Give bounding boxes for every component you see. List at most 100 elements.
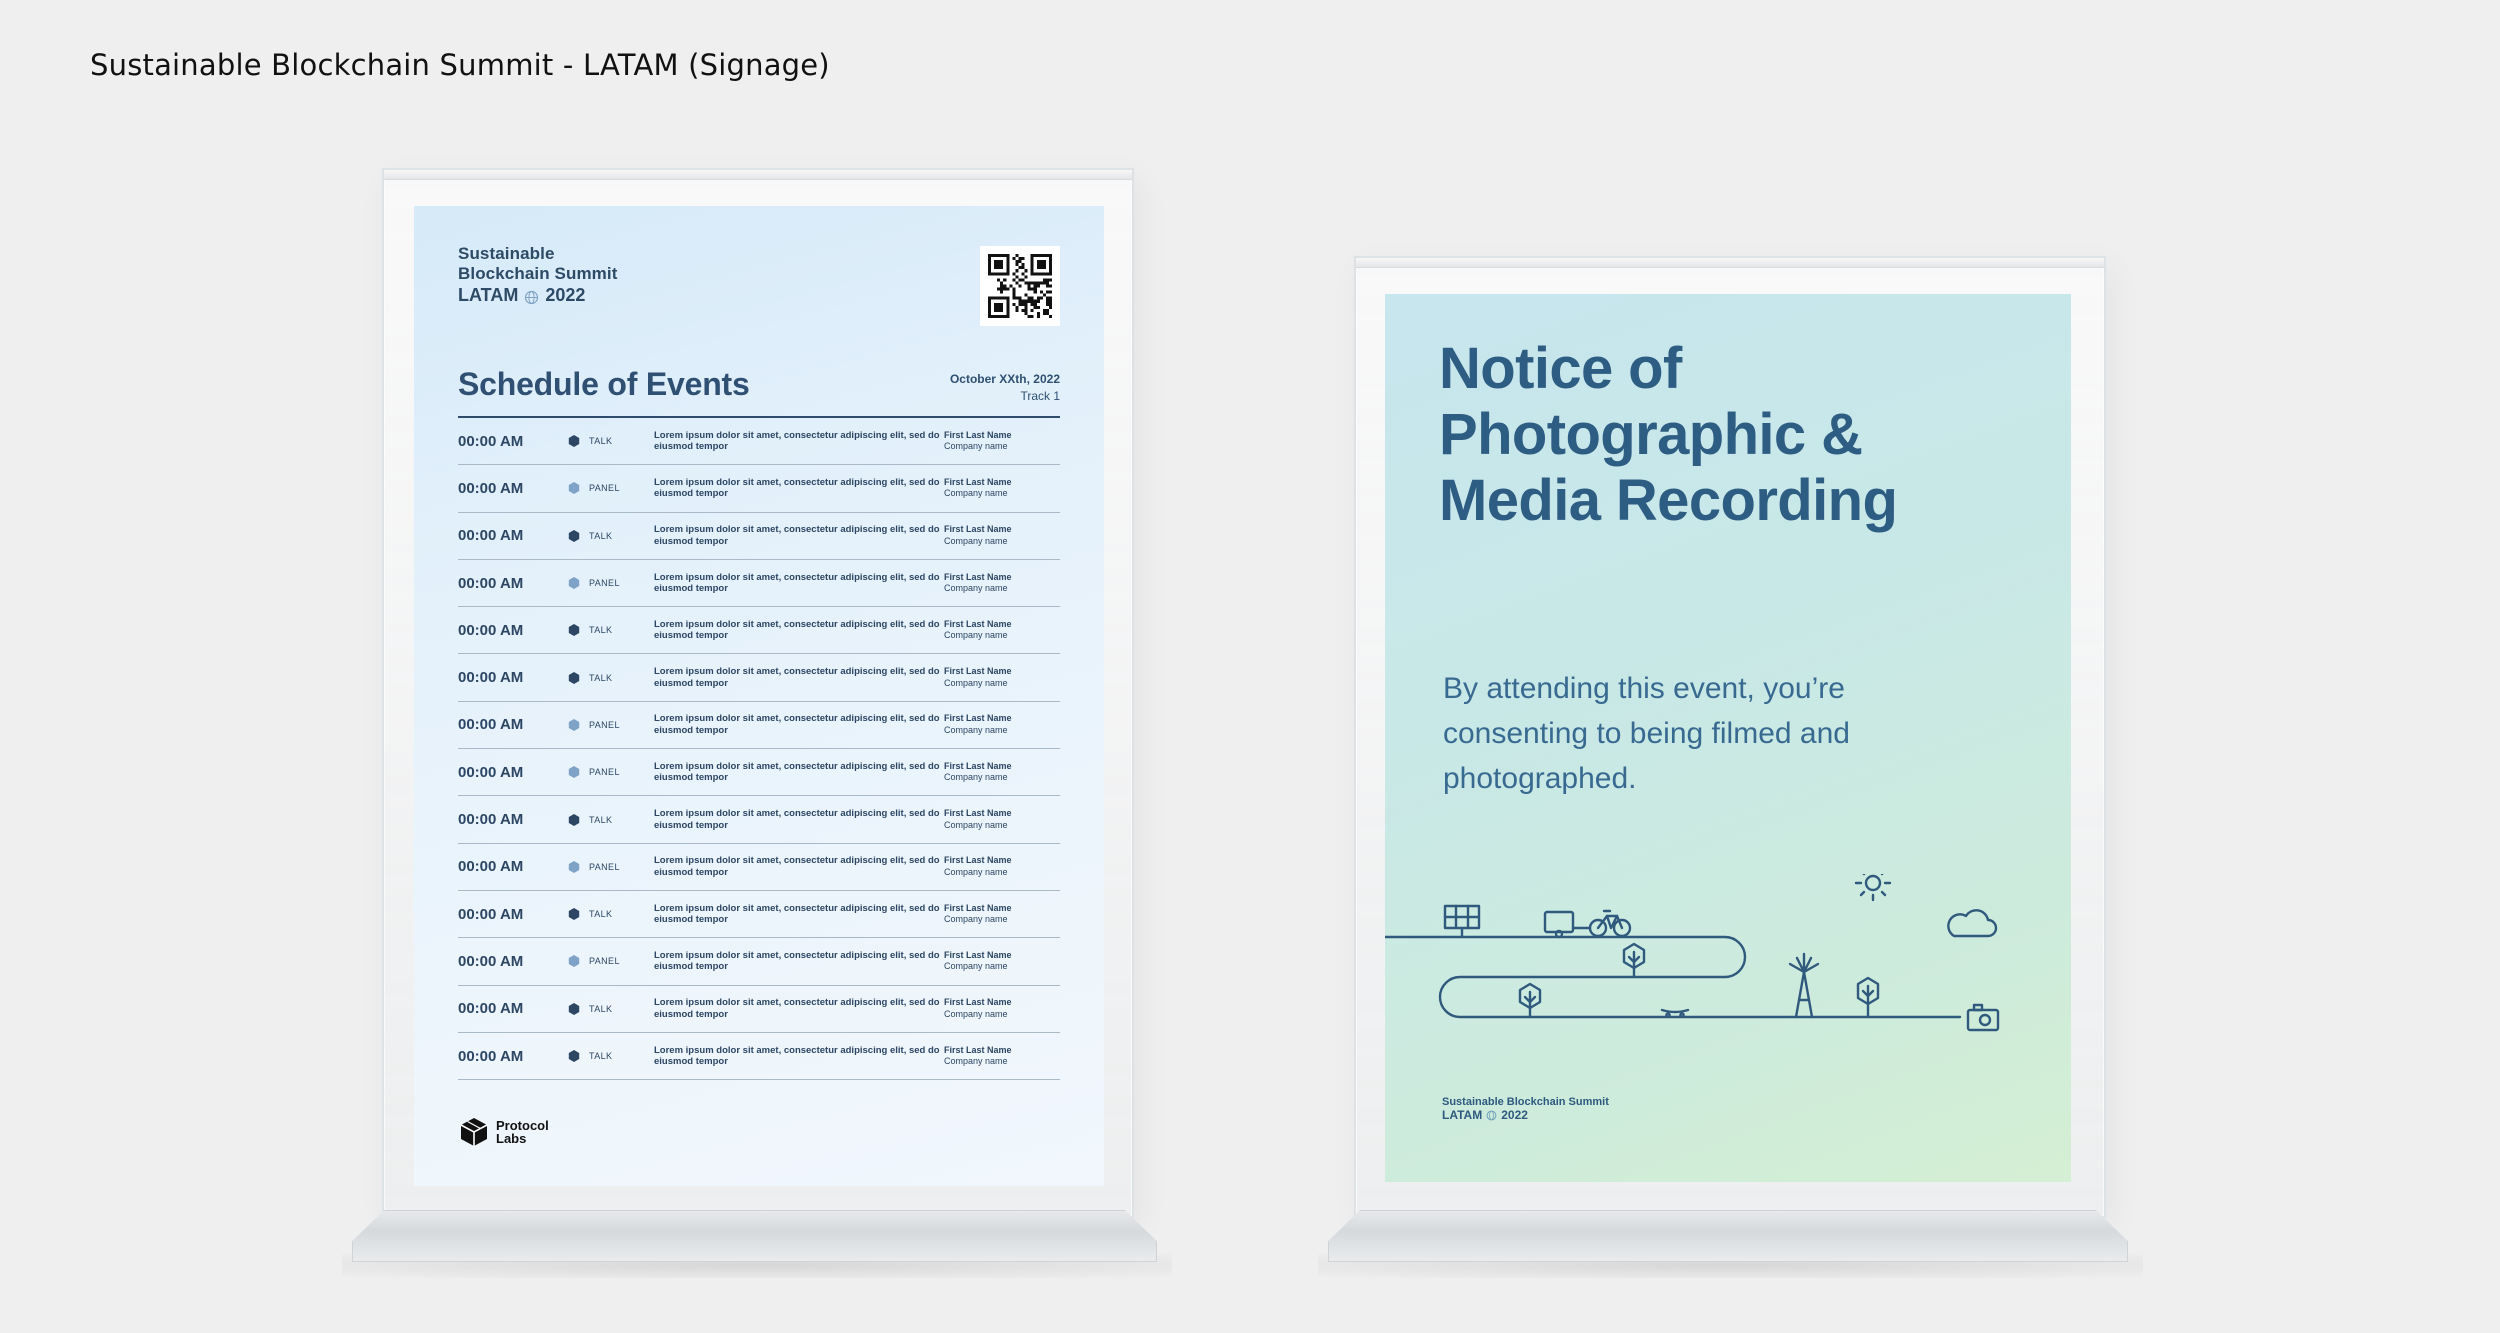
notice-brand-year: 2022 xyxy=(1501,1108,1528,1122)
speaker-company: Company name xyxy=(944,724,1008,735)
speaker-company: Company name xyxy=(944,535,1008,546)
event-date: October XXth, 2022 xyxy=(949,372,1060,386)
table-row: 00:00 AM TALK Lorem ipsum dolor sit amet, … xyxy=(458,1033,1060,1081)
hexagon-icon xyxy=(568,766,580,779)
hexagon-icon xyxy=(568,671,580,684)
row-session-type: PANEL xyxy=(568,718,654,731)
solar-panel-icon xyxy=(1443,904,1481,939)
row-description: Lorem ipsum dolor sit amet, consectetur … xyxy=(654,476,940,500)
row-type-label: PANEL xyxy=(589,861,620,872)
notice-title: Notice of Photographic & Media Recording xyxy=(1439,336,1898,533)
row-speaker: First Last Name Company name xyxy=(944,713,1060,736)
row-time: 00:00 AM xyxy=(458,1000,524,1018)
speaker-name: First Last Name xyxy=(944,902,1012,913)
table-row: 00:00 AM TALK Lorem ipsum dolor sit amet, … xyxy=(458,418,1060,466)
row-time: 00:00 AM xyxy=(458,479,524,497)
row-session-type: TALK xyxy=(568,529,654,542)
speaker-name: First Last Name xyxy=(944,476,1012,487)
acrylic-base xyxy=(352,1210,1157,1262)
event-brand: Sustainable Blockchain Summit LATAM 2022 xyxy=(458,244,617,306)
speaker-company: Company name xyxy=(944,488,1008,499)
speaker-company: Company name xyxy=(944,441,1008,452)
row-time: 00:00 AM xyxy=(458,527,524,545)
hexagon-icon xyxy=(568,1050,580,1062)
row-session-type: PANEL xyxy=(568,860,654,873)
event-track: Track 1 xyxy=(1020,389,1060,403)
row-speaker: First Last Name Company name xyxy=(944,1045,1060,1068)
tree-icon xyxy=(1856,976,1880,1018)
skateboard-icon xyxy=(1660,1008,1690,1018)
speaker-company: Company name xyxy=(944,772,1008,783)
notice-brand-latam: LATAM xyxy=(1442,1108,1483,1122)
row-speaker: First Last Name Company name xyxy=(944,524,1060,547)
brand-year: 2022 xyxy=(545,285,586,305)
row-session-type: PANEL xyxy=(568,955,654,968)
row-type-label: TALK xyxy=(589,1051,613,1061)
speaker-name: First Last Name xyxy=(944,666,1012,677)
schedule-poster: Sustainable Blockchain Summit LATAM 2022… xyxy=(414,206,1104,1186)
notice-event-brand: Sustainable Blockchain Summit LATAM 2022 xyxy=(1442,1096,1609,1122)
row-type-label: TALK xyxy=(589,1003,613,1014)
table-row: 00:00 AM PANEL Lorem ipsum dolor sit amet,… xyxy=(458,560,1060,608)
sponsor-line-2: Labs xyxy=(496,1131,527,1146)
row-description: Lorem ipsum dolor sit amet, consectetur … xyxy=(654,571,940,595)
row-speaker: First Last Name Company name xyxy=(944,855,1060,878)
row-speaker: First Last Name Company name xyxy=(944,430,1060,453)
table-row: 00:00 AM PANEL Lorem ipsum dolor sit amet,… xyxy=(458,465,1060,513)
acrylic-base xyxy=(1328,1210,2128,1262)
row-time: 00:00 AM xyxy=(458,811,524,829)
row-session-type: TALK xyxy=(568,435,654,448)
row-time: 00:00 AM xyxy=(458,574,524,592)
row-time: 00:00 AM xyxy=(458,905,524,923)
row-type-label: PANEL xyxy=(589,719,620,730)
row-type-label: TALK xyxy=(589,672,613,683)
row-type-label: TALK xyxy=(589,436,613,447)
hexagon-icon xyxy=(568,718,580,731)
speaker-name: First Last Name xyxy=(944,571,1012,582)
row-description: Lorem ipsum dolor sit amet, consectetur … xyxy=(654,855,940,878)
speaker-company: Company name xyxy=(944,630,1008,641)
notice-brand-line-1: Sustainable Blockchain Summit xyxy=(1442,1096,1609,1108)
speaker-company: Company name xyxy=(944,914,1008,925)
row-session-type: PANEL xyxy=(568,766,654,779)
brand-line-1: Sustainable xyxy=(458,244,555,263)
brand-line-2: Blockchain Summit xyxy=(458,264,618,283)
sun-icon xyxy=(1854,874,1892,902)
row-description: Lorem ipsum dolor sit amet, consectetur … xyxy=(654,1044,940,1068)
speaker-company: Company name xyxy=(944,961,1008,972)
row-session-type: TALK xyxy=(568,671,654,684)
table-row: 00:00 AM PANEL Lorem ipsum dolor sit amet,… xyxy=(458,749,1060,797)
table-row: 00:00 AM TALK Lorem ipsum dolor sit amet, … xyxy=(458,513,1060,560)
speaker-name: First Last Name xyxy=(944,524,1012,535)
brand-latam-line: LATAM 2022 xyxy=(458,284,617,306)
hexagon-icon xyxy=(568,435,580,448)
schedule-table: 00:00 AM TALK Lorem ipsum dolor sit amet, … xyxy=(458,416,1060,1081)
row-speaker: First Last Name Company name xyxy=(944,666,1060,689)
row-description: Lorem ipsum dolor sit amet, consectetur … xyxy=(654,997,940,1020)
hexagon-icon xyxy=(568,813,580,826)
qr-code[interactable] xyxy=(980,246,1060,326)
globe-icon xyxy=(1486,1110,1497,1120)
notice-brand-line-2: LATAM 2022 xyxy=(1442,1108,1609,1122)
speaker-company: Company name xyxy=(944,1056,1008,1066)
row-description: Lorem ipsum dolor sit amet, consectetur … xyxy=(654,713,940,736)
row-session-type: TALK xyxy=(568,813,654,826)
row-type-label: PANEL xyxy=(589,483,620,494)
hexagon-icon xyxy=(568,860,580,873)
hexagon-icon xyxy=(568,908,580,921)
hexagon-icon xyxy=(568,529,580,542)
row-speaker: First Last Name Company name xyxy=(944,903,1060,926)
row-time: 00:00 AM xyxy=(458,621,524,639)
row-speaker: First Last Name Company name xyxy=(944,808,1060,831)
row-time: 00:00 AM xyxy=(458,763,524,781)
brand-latam: LATAM xyxy=(458,285,519,305)
row-session-type: TALK xyxy=(568,908,654,921)
speaker-name: First Last Name xyxy=(944,618,1012,629)
row-time: 00:00 AM xyxy=(458,952,524,970)
hexagon-icon xyxy=(568,1002,580,1015)
hexagon-icon xyxy=(568,577,580,590)
row-time: 00:00 AM xyxy=(458,716,524,734)
table-row: 00:00 AM TALK Lorem ipsum dolor sit amet, … xyxy=(458,654,1060,702)
speaker-name: First Last Name xyxy=(944,855,1012,866)
row-description: Lorem ipsum dolor sit amet, consectetur … xyxy=(654,760,940,784)
